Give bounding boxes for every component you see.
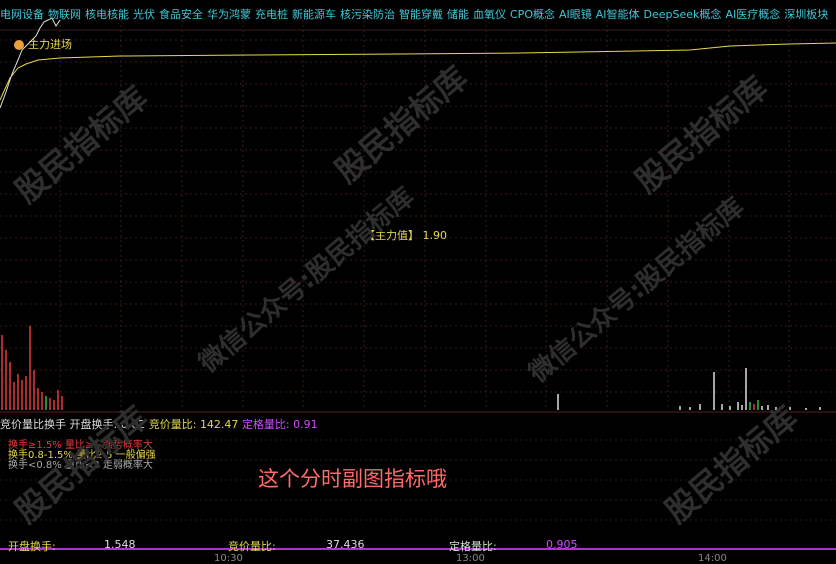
annotation-text: 这个分时副图指标哦 [258, 467, 447, 491]
time-label-1300: 13:00 [456, 553, 485, 564]
bottom-turnover-label: 开盘换手: [8, 540, 56, 553]
concept-tag[interactable]: 电网设备 [0, 8, 44, 21]
concept-tag[interactable]: AI医疗概念 [725, 8, 780, 21]
bottom-fixed-value: 0.905 [546, 538, 578, 551]
concept-tag[interactable]: DeepSeek概念 [644, 8, 722, 21]
concept-tag[interactable]: 华为鸿蒙 [207, 8, 251, 21]
ratio-value: 142.47 [199, 418, 239, 431]
bottom-turnover-value: 1.548 [104, 538, 136, 551]
main-entry-label: 主力进场 [28, 38, 72, 51]
bottom-ratio-value: 37.436 [326, 538, 365, 551]
concept-tag[interactable]: 光伏 [133, 8, 155, 21]
bottom-ratio-label: 竞价量比: [228, 540, 276, 553]
concept-tag[interactable]: AI智能体 [596, 8, 640, 21]
concept-tag[interactable]: AI眼镜 [559, 8, 592, 21]
concept-tag[interactable]: 储能 [447, 8, 469, 21]
time-label-1030: 10:30 [214, 553, 243, 564]
fixed-value: 0.91 [293, 418, 318, 431]
concept-tag[interactable]: 核电核能 [85, 8, 129, 21]
bottom-fixed-label: 定格量比: [449, 540, 497, 553]
concept-tag[interactable]: 食品安全 [159, 8, 203, 21]
money-bag-icon [14, 40, 24, 50]
concept-tag[interactable]: 新能源车 [292, 8, 336, 21]
concept-tag[interactable]: 智能穿戴 [399, 8, 443, 21]
indicator-title: 竞价量比换手 [0, 418, 66, 431]
concept-tag[interactable]: 深圳板块 [784, 8, 828, 21]
main-entry-badge: 主力进场 [14, 36, 72, 52]
main-value-number: 1.90 [422, 229, 448, 242]
indicator-header: 竞价量比换手 开盘换手: 0.02 竞价量比: 142.47 定格量比: 0.9… [0, 416, 318, 432]
time-label-1400: 14:00 [698, 553, 727, 564]
concept-tag[interactable]: 充电桩 [255, 8, 288, 21]
fixed-label: 定格量比: [241, 418, 290, 431]
concept-tag[interactable]: 核污染防治 [340, 8, 395, 21]
concept-tag[interactable]: CPO概念 [510, 8, 555, 21]
concept-tags-bar: 电网设备 物联网 核电核能 光伏 食品安全 华为鸿蒙 充电桩 新能源车 核污染防治 智能穿戴 储能血… [0, 6, 832, 22]
concept-tag[interactable]: 血氧仪 [473, 8, 506, 21]
concept-tag[interactable]: 物联网 [48, 8, 81, 21]
